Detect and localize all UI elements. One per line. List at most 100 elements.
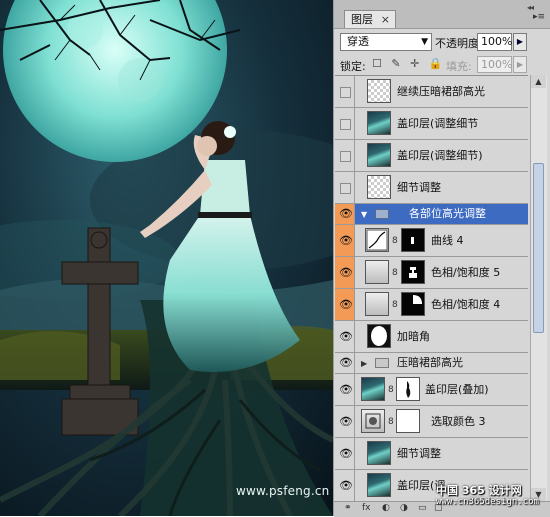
layer-row[interactable]: 👁 细节调整 — [335, 438, 528, 470]
layer-name: 选取颜色 3 — [431, 415, 486, 428]
chain-link-icon[interactable]: 8 — [392, 268, 398, 278]
chevron-down-icon: ▼ — [421, 37, 428, 47]
blend-mode-select[interactable]: 穿透 ▼ — [340, 33, 432, 51]
collapse-panel-icon[interactable]: ◂◂ — [527, 3, 534, 12]
close-tab-icon[interactable]: × — [381, 11, 390, 29]
visibility-toggle[interactable]: 👁 — [335, 321, 355, 352]
visibility-toggle[interactable] — [335, 108, 355, 139]
layer-name: 各部位高光调整 — [409, 207, 486, 220]
layer-row[interactable]: 👁 加暗角 — [335, 321, 528, 353]
eye-icon: 👁 — [339, 233, 353, 247]
layer-name: 盖印层(调整细节) — [397, 149, 483, 162]
layer-row[interactable]: 盖印层(调整细节 — [335, 108, 528, 140]
expand-triangle-icon[interactable]: ▼ — [361, 210, 367, 219]
layer-mask-thumbnail[interactable] — [401, 292, 425, 316]
opacity-input[interactable]: 100% — [477, 33, 512, 51]
eye-icon: 👁 — [339, 414, 353, 428]
hidden-box-icon — [340, 150, 351, 162]
layer-thumbnail — [367, 143, 391, 167]
layer-name: 压暗裙部高光 — [397, 356, 463, 369]
chain-link-icon[interactable]: 8 — [388, 417, 394, 427]
scrollbar-thumb[interactable] — [533, 163, 544, 333]
layer-mask-thumbnail[interactable] — [401, 228, 425, 252]
opacity-slider-button[interactable]: ▶ — [513, 33, 527, 51]
visibility-toggle[interactable] — [335, 76, 355, 107]
visibility-toggle[interactable]: 👁 — [335, 353, 355, 373]
scroll-up-icon[interactable]: ▲ — [531, 75, 546, 88]
hidden-box-icon — [340, 86, 351, 98]
adjustment-layer-icon[interactable]: ◑ — [400, 503, 408, 513]
fill-slider-button[interactable]: ▶ — [513, 56, 527, 73]
layer-row[interactable]: 细节调整 — [335, 172, 528, 204]
layer-thumbnail — [361, 377, 385, 401]
visibility-toggle[interactable]: 👁 — [335, 470, 355, 501]
new-group-icon[interactable]: ▭ — [418, 503, 427, 513]
visibility-toggle[interactable] — [335, 172, 355, 203]
layer-name: 加暗角 — [397, 330, 430, 343]
layer-mask-thumbnail[interactable] — [396, 377, 420, 401]
layers-scrollbar[interactable]: ▲ ▼ — [530, 75, 547, 501]
layer-mask-thumbnail[interactable] — [401, 260, 425, 284]
chain-link-icon[interactable]: 8 — [392, 236, 398, 246]
layer-row[interactable]: 👁 8 色相/饱和度 4 — [335, 289, 528, 321]
lock-options-icons[interactable]: ☐ ✎ ✛ 🔒 — [372, 57, 445, 70]
visibility-toggle[interactable]: 👁 — [335, 438, 355, 469]
visibility-toggle[interactable]: 👁 — [335, 374, 355, 405]
tab-layers[interactable]: 图层 × — [344, 10, 396, 28]
visibility-toggle[interactable]: 👁 — [335, 204, 355, 224]
eye-icon: 👁 — [339, 329, 353, 343]
layer-row[interactable]: 继续压暗裙部高光 — [335, 76, 528, 108]
hue-saturation-thumbnail — [365, 260, 389, 284]
layer-mask-thumbnail[interactable] — [396, 409, 420, 433]
opacity-label: 不透明度: — [435, 37, 483, 50]
mask-shape — [411, 237, 414, 244]
visibility-toggle[interactable]: 👁 — [335, 257, 355, 288]
add-mask-icon[interactable]: ◐ — [382, 503, 390, 513]
fill-input[interactable]: 100% — [477, 56, 512, 73]
layer-row[interactable]: 👁 8 色相/饱和度 5 — [335, 257, 528, 289]
layer-style-fx-icon[interactable]: fx — [362, 503, 371, 513]
tab-layers-label: 图层 — [351, 13, 373, 26]
panel-menu-icon[interactable]: ▸≡ — [533, 12, 545, 22]
visibility-toggle[interactable]: 👁 — [335, 289, 355, 320]
layer-row[interactable]: 👁 8 曲线 4 — [335, 225, 528, 257]
vignette-shape — [368, 325, 390, 347]
folder-icon — [375, 358, 389, 368]
layer-name: 色相/饱和度 5 — [431, 266, 501, 279]
chain-link-icon[interactable]: 8 — [388, 385, 394, 395]
curves-icon — [366, 229, 388, 251]
visibility-toggle[interactable]: 👁 — [335, 225, 355, 256]
layer-row[interactable]: 盖印层(调整细节) — [335, 140, 528, 172]
layer-thumbnail — [367, 473, 391, 497]
layers-list: 继续压暗裙部高光 盖印层(调整细节 盖印层(调整细节) 细节调整 👁 ▼ 各部位… — [335, 75, 528, 502]
curves-adjustment-thumbnail — [365, 228, 389, 252]
visibility-toggle[interactable]: 👁 — [335, 406, 355, 437]
expand-triangle-icon[interactable]: ▶ — [361, 359, 367, 368]
visibility-toggle[interactable] — [335, 140, 355, 171]
site-watermark-url: www.cn365design.com — [436, 497, 539, 507]
layer-name: 继续压暗裙部高光 — [397, 85, 485, 98]
eye-icon: 👁 — [339, 382, 353, 396]
eye-icon: 👁 — [339, 446, 353, 460]
selective-color-thumbnail — [361, 409, 385, 433]
layer-row[interactable]: 👁 8 选取颜色 3 — [335, 406, 528, 438]
layer-group-row[interactable]: 👁 ▼ 各部位高光调整 — [335, 204, 528, 225]
site-watermark-title: 中国 365 设计网 — [436, 484, 522, 497]
chain-link-icon[interactable]: 8 — [392, 300, 398, 310]
eye-icon: 👁 — [339, 356, 353, 369]
document-canvas[interactable]: www.psfeng.cn — [0, 0, 333, 516]
hidden-box-icon — [340, 182, 351, 194]
hidden-box-icon — [340, 118, 351, 130]
blend-opacity-row: 穿透 ▼ 不透明度: 100% ▶ — [340, 31, 545, 51]
folder-icon — [375, 209, 389, 219]
mask-shape — [406, 381, 411, 398]
layers-panel: 图层 × ◂◂ ▸≡ 穿透 ▼ 不透明度: 100% ▶ 锁定: ☐ ✎ ✛ 🔒… — [333, 0, 550, 517]
fill-label: 填充: — [446, 60, 472, 73]
layer-row[interactable]: 👁 8 盖印层(叠加) — [335, 374, 528, 406]
link-layers-icon[interactable]: ⚭ — [344, 503, 352, 513]
eye-icon: 👁 — [339, 478, 353, 492]
eye-icon: 👁 — [339, 265, 353, 279]
artwork-image — [0, 0, 333, 516]
layer-group-row[interactable]: 👁 ▶ 压暗裙部高光 — [335, 353, 528, 374]
mask-shape — [409, 267, 417, 278]
